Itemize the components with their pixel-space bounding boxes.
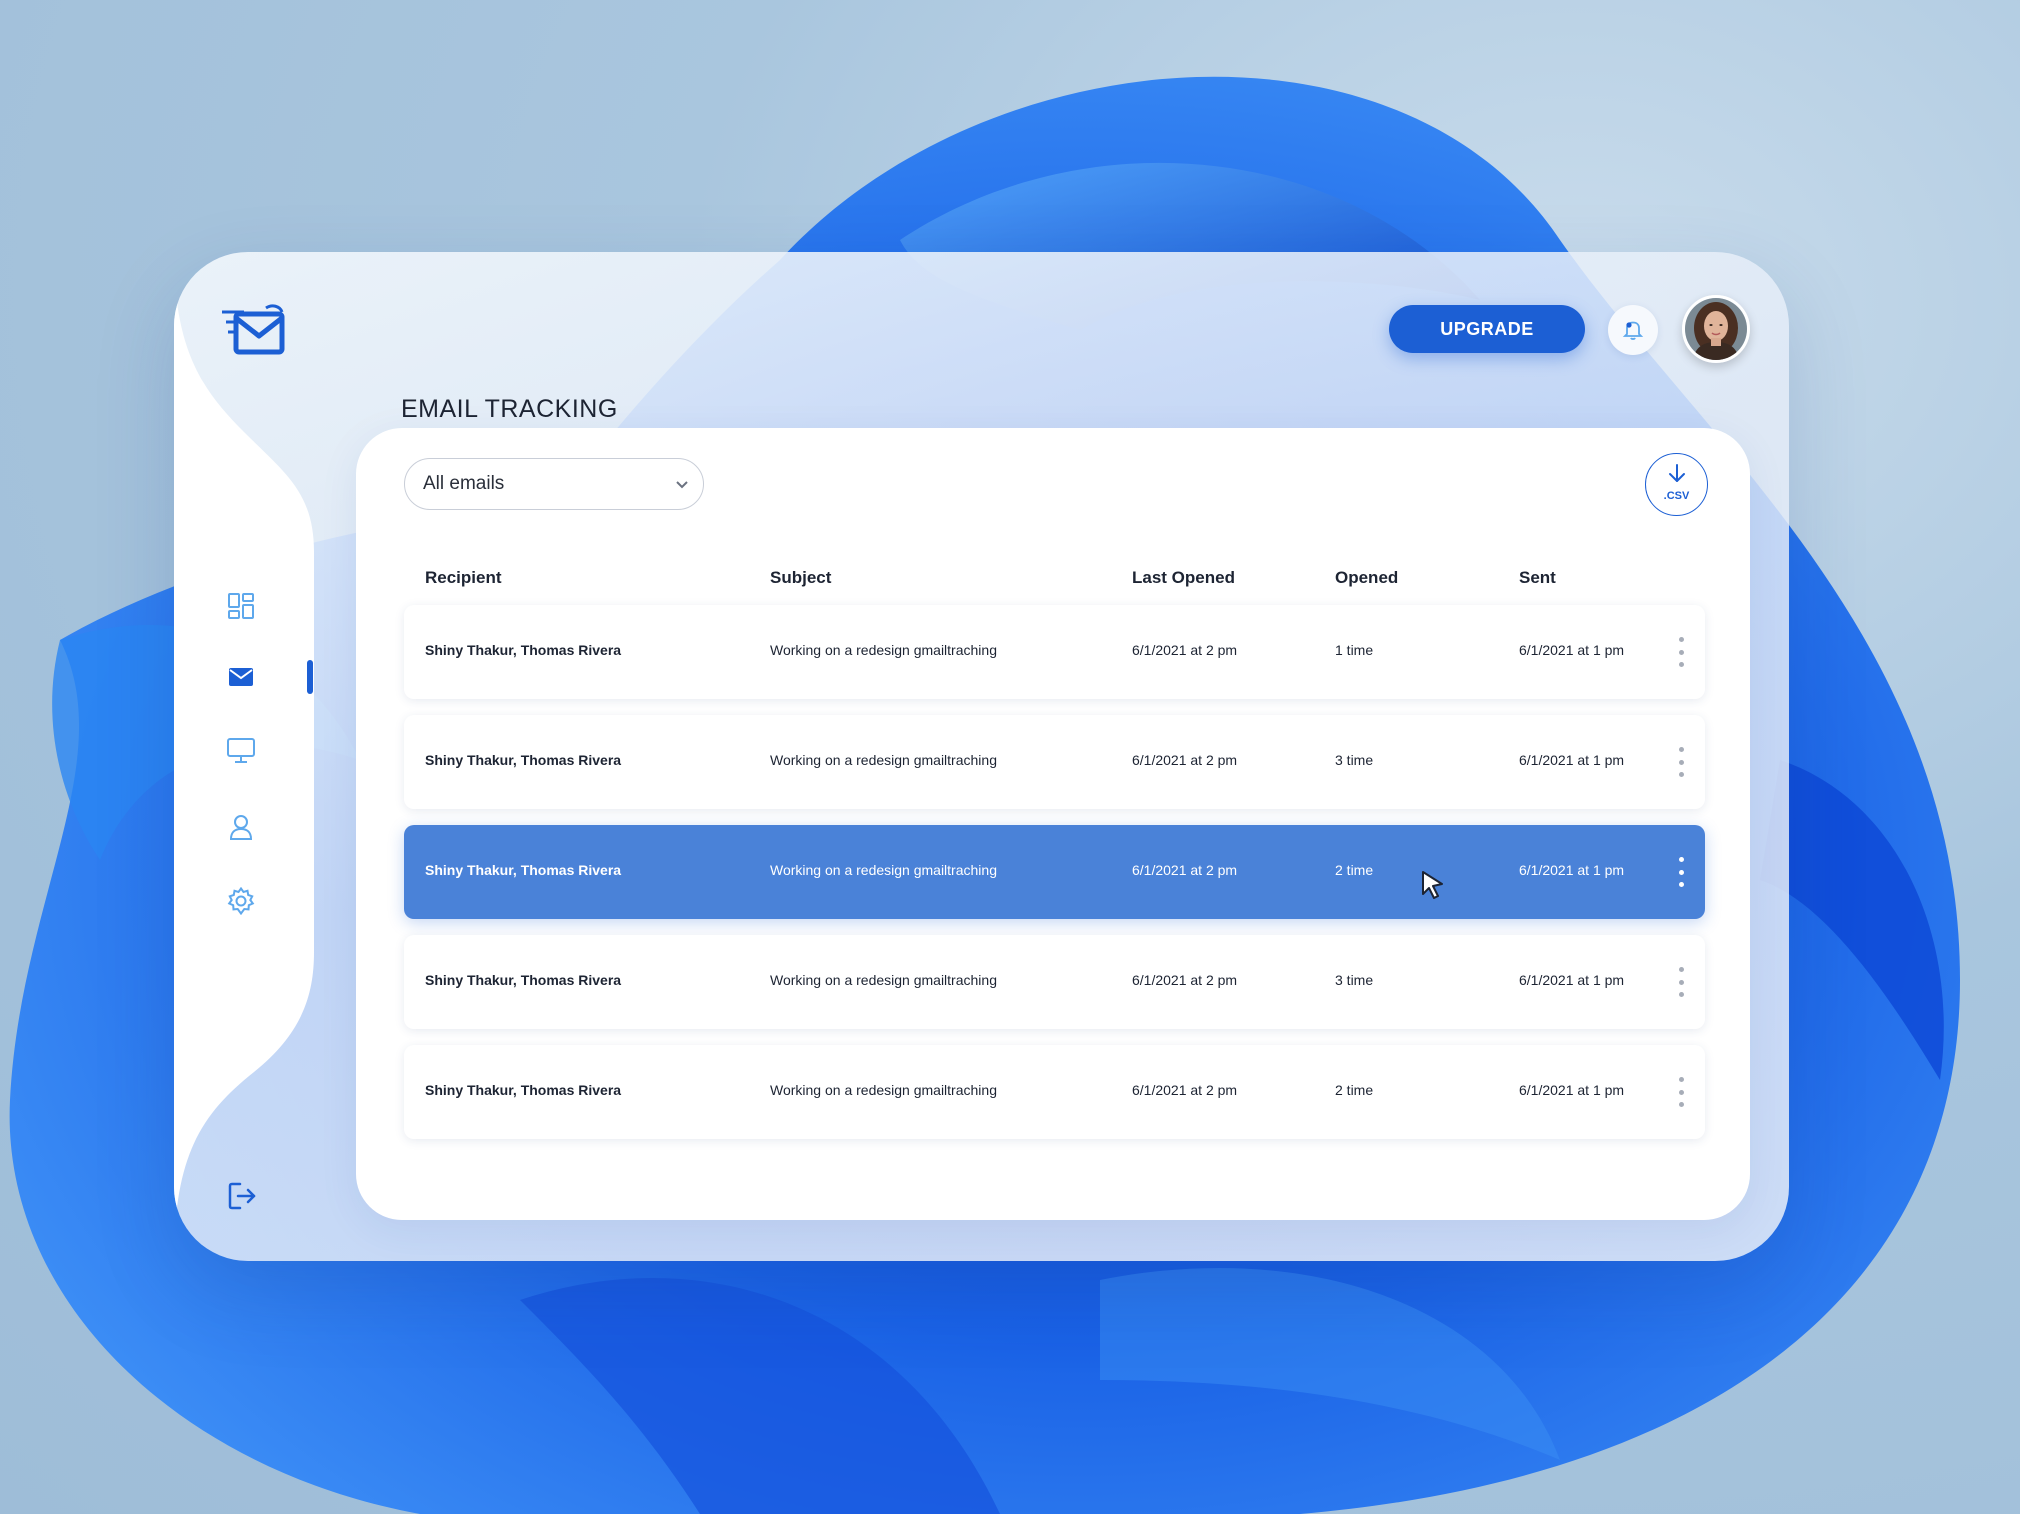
- page-title: EMAIL TRACKING: [401, 395, 618, 423]
- table-row[interactable]: Shiny Thakur, Thomas Rivera Working on a…: [404, 605, 1705, 699]
- sent-cell: 6/1/2021 at 1 pm: [1519, 862, 1625, 878]
- avatar[interactable]: [1682, 295, 1750, 363]
- table-header: Recipient Subject Last Opened Opened Sen…: [404, 568, 1704, 598]
- column-header-sent[interactable]: Sent: [1519, 568, 1556, 588]
- mail-icon[interactable]: [226, 662, 256, 692]
- subject-cell: Working on a redesign gmailtraching: [770, 642, 997, 658]
- sent-cell: 6/1/2021 at 1 pm: [1519, 1082, 1625, 1098]
- chevron-down-icon: [676, 481, 688, 489]
- more-options-icon[interactable]: [1677, 747, 1685, 777]
- last-opened-cell: 6/1/2021 at 2 pm: [1132, 972, 1238, 988]
- recipient-cell: Shiny Thakur, Thomas Rivera: [425, 972, 622, 988]
- more-options-icon[interactable]: [1677, 1077, 1685, 1107]
- last-opened-cell: 6/1/2021 at 2 pm: [1132, 862, 1238, 878]
- logout-icon[interactable]: [226, 1180, 260, 1214]
- email-filter-select[interactable]: All emails: [404, 458, 704, 510]
- sent-cell: 6/1/2021 at 1 pm: [1519, 752, 1625, 768]
- column-header-recipient[interactable]: Recipient: [425, 568, 502, 588]
- notification-button[interactable]: [1608, 305, 1658, 355]
- upgrade-button[interactable]: UPGRADE: [1389, 305, 1585, 353]
- recipient-cell: Shiny Thakur, Thomas Rivera: [425, 862, 622, 878]
- mouse-cursor-icon: [1422, 871, 1443, 899]
- column-header-subject[interactable]: Subject: [770, 568, 831, 588]
- sent-cell: 6/1/2021 at 1 pm: [1519, 972, 1625, 988]
- subject-cell: Working on a redesign gmailtraching: [770, 972, 997, 988]
- subject-cell: Working on a redesign gmailtraching: [770, 1082, 997, 1098]
- recipient-cell: Shiny Thakur, Thomas Rivera: [425, 642, 622, 658]
- logo-icon[interactable]: [222, 300, 292, 360]
- last-opened-cell: 6/1/2021 at 2 pm: [1132, 752, 1238, 768]
- table-row[interactable]: Shiny Thakur, Thomas Rivera Working on a…: [404, 1045, 1705, 1139]
- download-icon: [1669, 464, 1685, 482]
- user-icon[interactable]: [226, 812, 256, 842]
- opened-cell: 3 time: [1335, 752, 1374, 768]
- csv-label: .CSV: [1663, 490, 1690, 502]
- opened-cell: 3 time: [1335, 972, 1374, 988]
- more-options-icon[interactable]: [1677, 637, 1685, 667]
- subject-cell: Working on a redesign gmailtraching: [770, 862, 997, 878]
- dashboard-icon[interactable]: [226, 591, 256, 621]
- table-row[interactable]: Shiny Thakur, Thomas Rivera Working on a…: [404, 935, 1705, 1029]
- nav-active-indicator: [307, 660, 313, 694]
- gear-icon[interactable]: [226, 886, 256, 916]
- recipient-cell: Shiny Thakur, Thomas Rivera: [425, 752, 622, 768]
- monitor-icon[interactable]: [226, 736, 256, 766]
- recipient-cell: Shiny Thakur, Thomas Rivera: [425, 1082, 622, 1098]
- column-header-last-opened[interactable]: Last Opened: [1132, 568, 1235, 588]
- column-header-opened[interactable]: Opened: [1335, 568, 1398, 588]
- bell-icon: [1622, 321, 1644, 340]
- last-opened-cell: 6/1/2021 at 2 pm: [1132, 1082, 1238, 1098]
- sent-cell: 6/1/2021 at 1 pm: [1519, 642, 1625, 658]
- last-opened-cell: 6/1/2021 at 2 pm: [1132, 642, 1238, 658]
- app-window: UPGRADE EMAIL TRACKING All emails .CSV R…: [174, 252, 1789, 1261]
- email-filter-value: All emails: [423, 473, 505, 494]
- opened-cell: 1 time: [1335, 642, 1374, 658]
- more-options-icon[interactable]: [1677, 857, 1685, 887]
- table-row-selected[interactable]: Shiny Thakur, Thomas Rivera Working on a…: [404, 825, 1705, 919]
- email-tracking-card: All emails .CSV Recipient Subject Last O…: [356, 428, 1750, 1220]
- csv-download-button[interactable]: .CSV: [1645, 453, 1708, 516]
- table-row[interactable]: Shiny Thakur, Thomas Rivera Working on a…: [404, 715, 1705, 809]
- more-options-icon[interactable]: [1677, 967, 1685, 997]
- opened-cell: 2 time: [1335, 862, 1374, 878]
- subject-cell: Working on a redesign gmailtraching: [770, 752, 997, 768]
- opened-cell: 2 time: [1335, 1082, 1374, 1098]
